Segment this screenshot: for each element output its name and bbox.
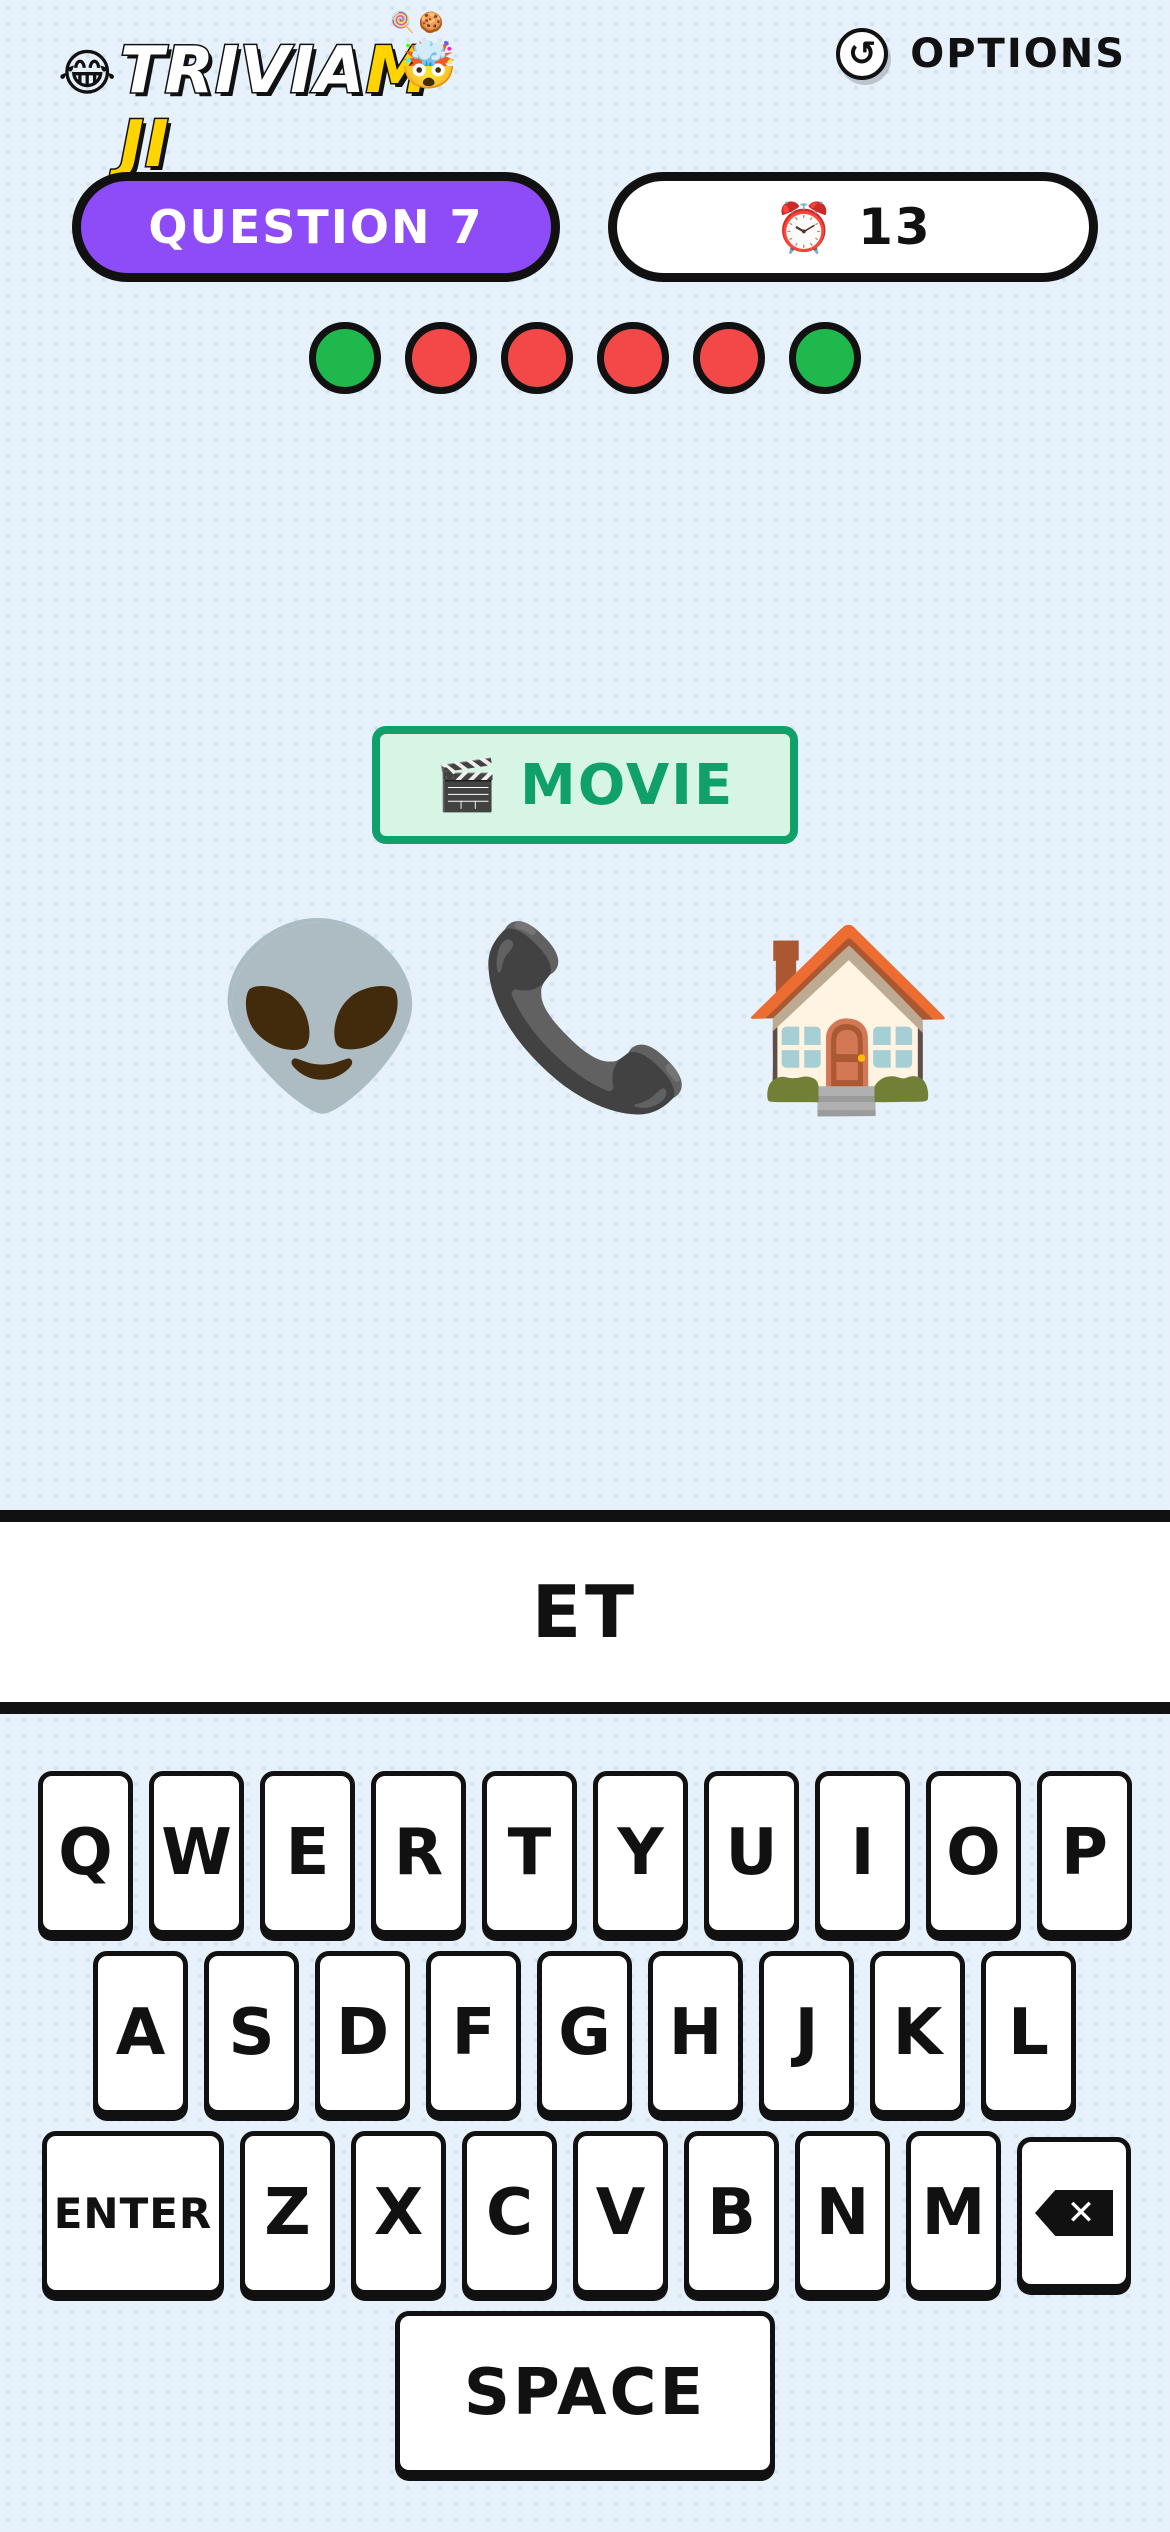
app-logo: 😂 TRIVIAMJI 🤯 🍭🍪 (58, 10, 538, 184)
key-v[interactable]: V (573, 2131, 668, 2295)
keyboard-row-1: QWERTYUIOP (38, 1771, 1132, 1935)
logo-wordmark: TRIVIAMJI (119, 33, 431, 184)
clapperboard-icon: 🎬 (435, 755, 500, 814)
key-k[interactable]: K (870, 1951, 965, 2115)
keyboard-row-4: SPACE (395, 2311, 775, 2475)
category-badge: 🎬 MOVIE (372, 726, 798, 844)
laughing-emoji-icon: 😂 (58, 44, 117, 102)
progress-dot-correct (789, 322, 861, 394)
enter-key[interactable]: ENTER (42, 2131, 224, 2295)
progress-dot-wrong (693, 322, 765, 394)
timer-value: 13 (858, 198, 932, 256)
logo-sparks: 🍭🍪 (390, 10, 448, 34)
key-o[interactable]: O (926, 1771, 1021, 1935)
key-n[interactable]: N (795, 2131, 890, 2295)
timer-circle-icon: ↺ (836, 28, 889, 80)
keyboard-row-2: ASDFGHJKL (93, 1951, 1076, 2115)
key-t[interactable]: T (482, 1771, 577, 1935)
key-s[interactable]: S (204, 1951, 299, 2115)
key-u[interactable]: U (704, 1771, 799, 1935)
question-number-pill: QUESTION 7 (72, 172, 560, 282)
key-w[interactable]: W (149, 1771, 244, 1935)
answer-text: ET (531, 1570, 639, 1654)
key-c[interactable]: C (462, 2131, 557, 2295)
key-b[interactable]: B (684, 2131, 779, 2295)
backspace-key[interactable]: ✕ (1017, 2137, 1131, 2289)
progress-dot-wrong (597, 322, 669, 394)
progress-dots (0, 322, 1170, 394)
timer-pill: ⏰ 13 (608, 172, 1098, 282)
question-label: QUESTION 7 (148, 200, 484, 254)
key-y[interactable]: Y (593, 1771, 688, 1935)
key-r[interactable]: R (371, 1771, 466, 1935)
backspace-icon: ✕ (1035, 2190, 1113, 2236)
progress-dot-wrong (501, 322, 573, 394)
alien-emoji-icon: 👽 (212, 915, 432, 1120)
telephone-emoji-icon: 📞 (475, 915, 695, 1120)
key-g[interactable]: G (537, 1951, 632, 2115)
key-d[interactable]: D (315, 1951, 410, 2115)
exploding-head-emoji-icon: 🤯 (400, 38, 458, 92)
key-h[interactable]: H (648, 1951, 743, 2115)
emoji-clue: 👽 📞 🏠 (0, 930, 1170, 1106)
answer-input[interactable]: ET (0, 1510, 1170, 1714)
key-a[interactable]: A (93, 1951, 188, 2115)
key-j[interactable]: J (759, 1951, 854, 2115)
alarm-clock-icon: ⏰ (774, 199, 837, 256)
key-z[interactable]: Z (240, 2131, 335, 2295)
key-e[interactable]: E (260, 1771, 355, 1935)
category-label: MOVIE (520, 752, 735, 818)
options-button[interactable]: ↺ OPTIONS (836, 28, 1126, 80)
progress-dot-wrong (405, 322, 477, 394)
space-key[interactable]: SPACE (395, 2311, 775, 2475)
options-label: OPTIONS (910, 31, 1126, 77)
key-m[interactable]: M (906, 2131, 1001, 2295)
house-emoji-icon: 🏠 (738, 915, 958, 1120)
key-i[interactable]: I (815, 1771, 910, 1935)
progress-dot-correct (309, 322, 381, 394)
keyboard-row-3-letters: ZXCVBNM (240, 2131, 1001, 2295)
key-p[interactable]: P (1037, 1771, 1132, 1935)
key-f[interactable]: F (426, 1951, 521, 2115)
key-q[interactable]: Q (38, 1771, 133, 1935)
keyboard-row-3: ENTER ZXCVBNM ✕ (42, 2131, 1131, 2295)
key-x[interactable]: X (351, 2131, 446, 2295)
key-l[interactable]: L (981, 1951, 1076, 2115)
